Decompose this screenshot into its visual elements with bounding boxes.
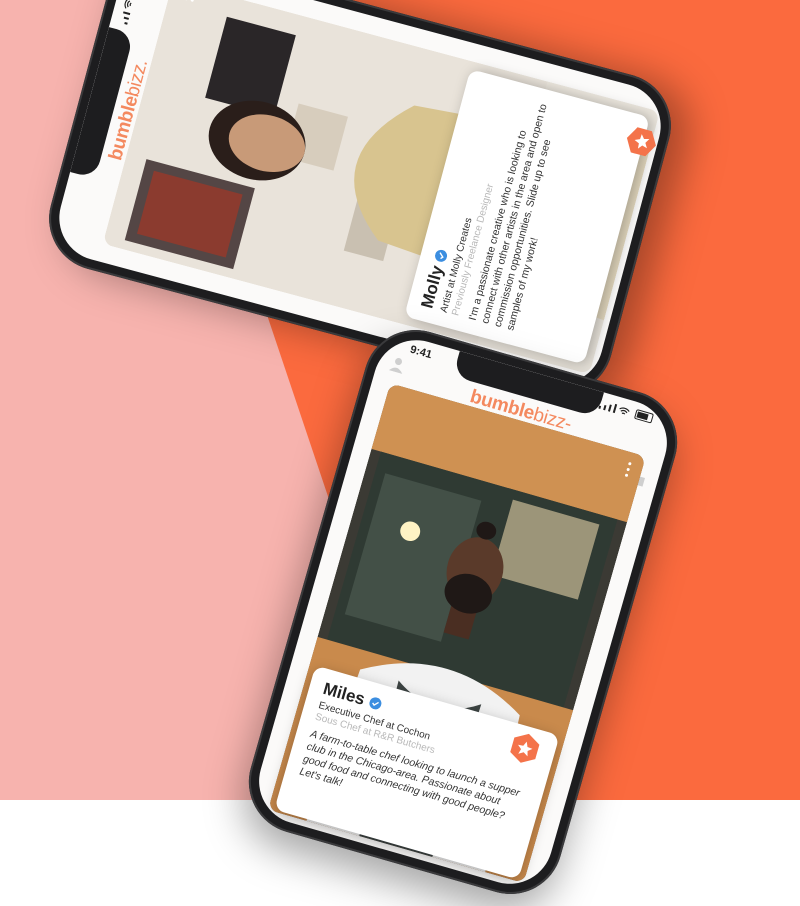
battery-icon: [633, 409, 654, 424]
wifi-icon: [124, 0, 132, 9]
star-badge-icon[interactable]: [622, 122, 661, 161]
status-icons: [118, 0, 141, 25]
status-icons: [598, 399, 654, 424]
verified-badge-icon: [435, 249, 448, 262]
verified-badge-icon: [368, 697, 381, 710]
wifi-icon: [619, 407, 630, 415]
status-time: 9:41: [408, 343, 434, 362]
